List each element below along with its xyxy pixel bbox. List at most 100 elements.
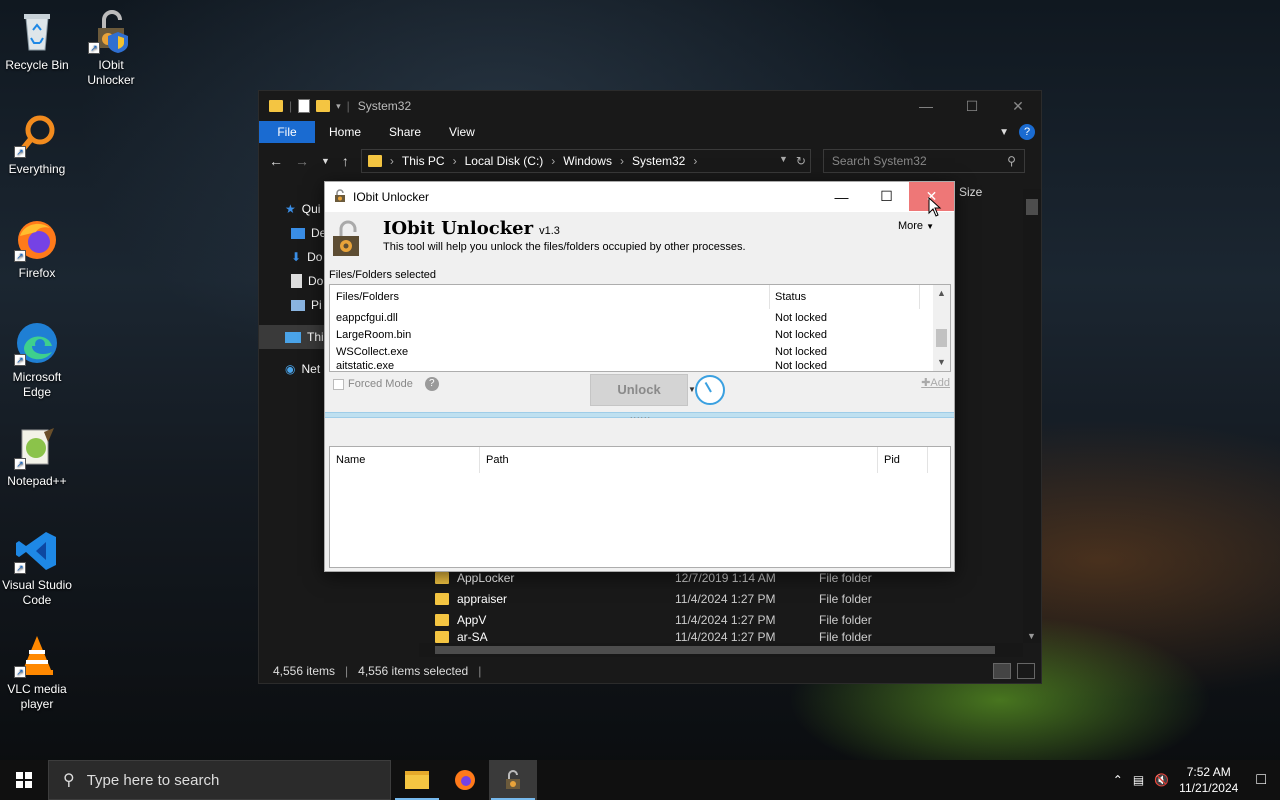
desktop-icon-vlc[interactable]: ↗ VLC media player: [0, 632, 74, 712]
app-name: IObit Unlocker: [383, 218, 534, 239]
panel-splitter[interactable]: ......: [325, 410, 954, 420]
explorer-titlebar[interactable]: | ▾ | System32 — ☐ ✕: [259, 91, 1041, 121]
recent-locations-icon[interactable]: ▼: [321, 156, 330, 166]
breadcrumb-windows[interactable]: Windows: [563, 154, 612, 168]
table-row[interactable]: appraiser 11/4/2024 1:27 PM File folder: [435, 588, 1025, 609]
pictures-icon: [291, 299, 305, 311]
notifications-icon[interactable]: □: [1256, 771, 1266, 789]
file-status: Not locked: [775, 328, 827, 341]
address-dropdown-icon[interactable]: ▼: [779, 154, 788, 168]
iobit-titlebar[interactable]: IObit Unlocker — ☐ ✕: [325, 182, 954, 212]
back-arrow-icon[interactable]: ←: [269, 153, 283, 169]
help-icon[interactable]: ?: [1019, 124, 1035, 140]
forward-arrow-icon[interactable]: →: [295, 153, 309, 169]
separator: |: [345, 664, 349, 678]
taskbar-search-box[interactable]: ⚲ Type here to search: [48, 760, 391, 800]
maximize-button[interactable]: ☐: [949, 91, 995, 121]
forced-mode-checkbox[interactable]: [333, 378, 344, 390]
minimize-button[interactable]: —: [903, 91, 949, 121]
properties-icon[interactable]: [298, 99, 311, 113]
scrollbar-thumb[interactable]: [1026, 199, 1038, 215]
list-item[interactable]: WSCollect.exe Not locked: [330, 343, 950, 360]
process-list-header: Name Path Pid: [330, 447, 950, 473]
tab-home[interactable]: Home: [315, 121, 375, 143]
files-list[interactable]: Files/Folders Status eappcfgui.dll Not l…: [329, 284, 951, 372]
column-header-name[interactable]: Name: [330, 447, 480, 473]
address-bar[interactable]: › This PC › Local Disk (C:) › Windows › …: [360, 149, 811, 173]
desktop-icon-firefox[interactable]: ↗ Firefox: [0, 216, 74, 281]
everything-search-icon: ↗: [14, 112, 60, 158]
breadcrumb-local-disk[interactable]: Local Disk (C:): [465, 154, 544, 168]
desktop-icon-vscode[interactable]: ↗ Visual Studio Code: [0, 528, 74, 608]
desktop-icon-everything[interactable]: ↗ Everything: [0, 112, 74, 177]
list-item[interactable]: LargeRoom.bin Not locked: [330, 326, 950, 343]
list-item[interactable]: eappcfgui.dll Not locked: [330, 309, 950, 326]
close-button[interactable]: ✕: [995, 91, 1041, 121]
refresh-icon[interactable]: ↻: [796, 154, 806, 168]
table-row[interactable]: ar-SA 11/4/2024 1:27 PM File folder: [435, 630, 1025, 644]
tab-share[interactable]: Share: [375, 121, 435, 143]
scrollbar-thumb[interactable]: [435, 646, 995, 654]
file-explorer-icon: [405, 771, 429, 789]
desktop-icon-notepad-plus-plus[interactable]: ↗ Notepad++: [0, 424, 74, 489]
help-icon[interactable]: ?: [424, 377, 439, 391]
desktop-icon-label: Recycle Bin: [5, 58, 69, 72]
column-header-files[interactable]: Files/Folders: [330, 285, 770, 309]
add-button[interactable]: ✚Add: [921, 376, 950, 389]
column-header-status[interactable]: Status: [770, 285, 920, 309]
network-icon[interactable]: ▤: [1133, 773, 1144, 787]
file-date: 11/4/2024 1:27 PM: [675, 612, 776, 627]
folder-icon: [435, 631, 449, 643]
desktop-icon-edge[interactable]: ↗ Microsoft Edge: [0, 320, 74, 400]
list-item[interactable]: aitstatic.exe Not locked: [330, 360, 950, 370]
process-list[interactable]: Name Path Pid: [329, 446, 951, 568]
new-folder-icon[interactable]: [316, 100, 331, 112]
more-menu[interactable]: More ▼: [898, 220, 934, 232]
breadcrumb-system32[interactable]: System32: [632, 154, 685, 168]
mouse-cursor-icon: [928, 196, 942, 220]
tab-file[interactable]: File: [259, 121, 315, 143]
search-input[interactable]: Search System32 ⚲: [822, 149, 1025, 173]
column-header-size[interactable]: Size: [959, 185, 982, 199]
iobit-logo-icon: [331, 220, 365, 256]
scroll-up-icon[interactable]: ▲: [933, 285, 950, 302]
desktop-folder-icon: [291, 227, 305, 239]
up-arrow-icon[interactable]: ↑: [342, 153, 349, 169]
maximize-button[interactable]: ☐: [864, 182, 909, 211]
taskbar-firefox[interactable]: [441, 760, 489, 800]
desktop-icon-recycle-bin[interactable]: Recycle Bin: [0, 8, 74, 73]
expand-ribbon-icon[interactable]: ▼: [999, 127, 1009, 138]
folder-icon: [269, 100, 283, 112]
vertical-scrollbar[interactable]: ▼: [1023, 189, 1041, 643]
start-button[interactable]: [0, 760, 48, 800]
minimize-button[interactable]: —: [819, 182, 864, 211]
clock-time: 7:52 AM: [1186, 765, 1231, 779]
column-header-pid[interactable]: Pid: [878, 447, 928, 473]
show-hidden-icons-chevron-icon[interactable]: ⌃: [1113, 773, 1123, 787]
table-row[interactable]: AppV 11/4/2024 1:27 PM File folder: [435, 609, 1025, 630]
forced-mode-option[interactable]: Forced Mode ?: [333, 377, 439, 391]
files-list-scrollbar[interactable]: ▲ ▼: [933, 285, 950, 371]
taskbar-file-explorer[interactable]: [393, 760, 441, 800]
scroll-down-icon[interactable]: ▼: [933, 354, 950, 371]
breadcrumb-this-pc[interactable]: This PC: [402, 154, 445, 168]
unlock-button[interactable]: Unlock: [590, 374, 688, 406]
volume-muted-icon[interactable]: 🔇: [1154, 773, 1169, 787]
column-header-path[interactable]: Path: [480, 447, 878, 473]
desktop-icon-label: Visual Studio Code: [2, 578, 72, 607]
search-icon: ⚲: [1007, 154, 1016, 168]
selected-count: 4,556 items selected: [358, 664, 469, 678]
forced-mode-label: Forced Mode: [348, 378, 413, 390]
tab-view[interactable]: View: [435, 121, 489, 143]
notepad-plus-plus-icon: ↗: [14, 424, 60, 470]
scroll-down-icon[interactable]: ▼: [1027, 631, 1036, 641]
details-view-icon[interactable]: [993, 663, 1011, 679]
clock[interactable]: 7:52 AM 11/21/2024: [1179, 764, 1238, 796]
desktop-icon-iobit-unlocker[interactable]: ↗ IObit Unlocker: [74, 8, 148, 88]
scrollbar-thumb[interactable]: [936, 329, 947, 347]
large-icons-view-icon[interactable]: [1017, 663, 1035, 679]
customize-dropdown-icon[interactable]: ▾: [336, 101, 341, 112]
taskbar-iobit-unlocker[interactable]: [489, 760, 537, 800]
horizontal-scrollbar[interactable]: [419, 643, 1023, 657]
star-icon: ★: [285, 202, 296, 216]
